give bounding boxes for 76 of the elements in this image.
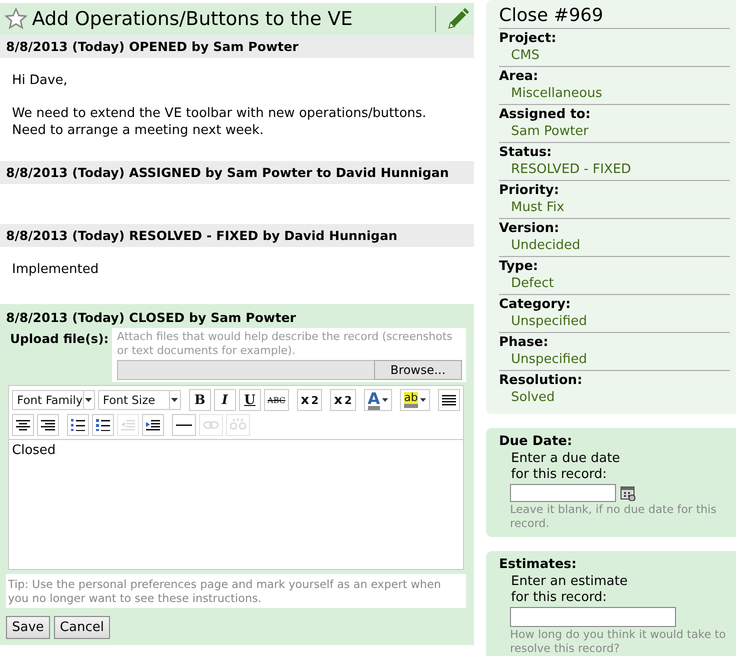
- field-value: Undecided: [510, 237, 582, 255]
- field-label: Phase:: [499, 334, 550, 351]
- prompt-text: Enter an estimate for this record:: [510, 574, 629, 606]
- numbered-list-button[interactable]: [92, 414, 114, 436]
- field-value: Unspecified: [510, 313, 588, 331]
- page-title: Add Operations/Buttons to the VE: [32, 8, 354, 30]
- underline-button[interactable]: U: [238, 389, 261, 411]
- comment-text: Hi Dave,: [12, 72, 68, 89]
- field-label: Type:: [499, 258, 540, 275]
- form-button[interactable]: Cancel: [54, 616, 110, 639]
- event-header: 8/8/2013 (Today) CLOSED by Sam Powter: [6, 309, 297, 327]
- field-label: Status:: [499, 144, 553, 161]
- field-value: Solved: [510, 389, 556, 407]
- browse-button[interactable]: Browse...: [374, 360, 462, 380]
- field-label: Assigned to:: [499, 106, 592, 123]
- indent-button[interactable]: [142, 414, 164, 436]
- bulleted-list-icon: [71, 419, 85, 431]
- align-justify-button[interactable]: [438, 389, 460, 411]
- event-header: 8/8/2013 (Today) ASSIGNED by Sam Powter to David Hunnigan: [0, 161, 474, 184]
- tip-text: Tip: Use the personal preferences page and mark yourself as an expert when you no longer want to see these instructions.: [6, 574, 466, 608]
- field-label: Resolution:: [499, 372, 584, 389]
- bold-button[interactable]: B: [188, 389, 211, 411]
- event-header: 8/8/2013 (Today) RESOLVED - FIXED by David Hunnigan: [0, 224, 474, 247]
- hint-text: How long do you think it would take to resolve this record?: [509, 628, 727, 656]
- link-icon: [203, 420, 219, 430]
- dropdown[interactable]: Font Family: [12, 390, 95, 410]
- dropdown[interactable]: Font Size: [98, 390, 181, 410]
- form-button[interactable]: Save: [6, 616, 50, 639]
- section-label: Estimates:: [499, 556, 578, 574]
- caret-icon: [85, 398, 92, 402]
- hint-text: Leave it blank, if no due date for this record.: [509, 503, 718, 531]
- upload-hint: Attach files that would help describe the record (screenshots or text documents for example).: [117, 330, 454, 358]
- align-justify-icon: [442, 394, 456, 406]
- calendar-icon[interactable]: [620, 485, 636, 501]
- text-color-button[interactable]: A: [364, 389, 392, 411]
- field-value: RESOLVED - FIXED: [510, 161, 632, 179]
- bulleted-list-button[interactable]: [67, 414, 89, 436]
- field-value: Must Fix: [510, 199, 566, 217]
- indent-icon: [146, 419, 160, 431]
- align-right-button[interactable]: [37, 414, 59, 436]
- field-label: Project:: [499, 30, 558, 47]
- prompt-text: Enter a due date for this record:: [510, 451, 622, 483]
- field-value: Defect: [510, 275, 555, 293]
- unlink-icon: [230, 418, 246, 432]
- caret-icon: [382, 398, 388, 402]
- event-header: 8/8/2013 (Today) OPENED by Sam Powter: [0, 35, 474, 58]
- field-value: CMS: [510, 47, 541, 65]
- due-date-field[interactable]: [510, 484, 616, 502]
- caret-icon: [420, 398, 426, 402]
- align-center-icon: [16, 419, 30, 431]
- numbered-list-icon: [96, 419, 110, 431]
- record-title: Close #969: [499, 5, 604, 27]
- field-value: Unspecified: [510, 351, 588, 369]
- highlight-button[interactable]: ab: [400, 389, 430, 411]
- field-label: Category:: [499, 296, 572, 313]
- field-value: Miscellaneous: [510, 85, 604, 103]
- strike-button[interactable]: ABC: [264, 389, 290, 411]
- pencil-icon[interactable]: [446, 7, 470, 31]
- align-right-icon: [41, 419, 55, 431]
- comment-text: We need to extend the VE toolbar with new operations/buttons. Need to arrange a meeting next week.: [12, 105, 428, 139]
- field-label: Area:: [499, 68, 540, 85]
- horizontal-rule-button[interactable]: [172, 414, 196, 436]
- comment-text: Implemented: [12, 261, 100, 278]
- section-label: Due Date:: [499, 433, 574, 451]
- file-field[interactable]: [117, 360, 374, 380]
- outdent-icon: [121, 419, 135, 431]
- field-value: Sam Powter: [510, 123, 590, 141]
- editor-text: Closed: [9, 439, 463, 569]
- estimate-field[interactable]: [510, 607, 676, 627]
- field-label: Version:: [499, 220, 560, 237]
- caret-icon: [171, 398, 178, 402]
- field-label: Priority:: [499, 182, 560, 199]
- upload-label: Upload file(s):: [6, 328, 112, 382]
- star-icon[interactable]: [4, 7, 28, 31]
- align-center-button[interactable]: [12, 414, 34, 436]
- italic-button[interactable]: I: [214, 389, 236, 411]
